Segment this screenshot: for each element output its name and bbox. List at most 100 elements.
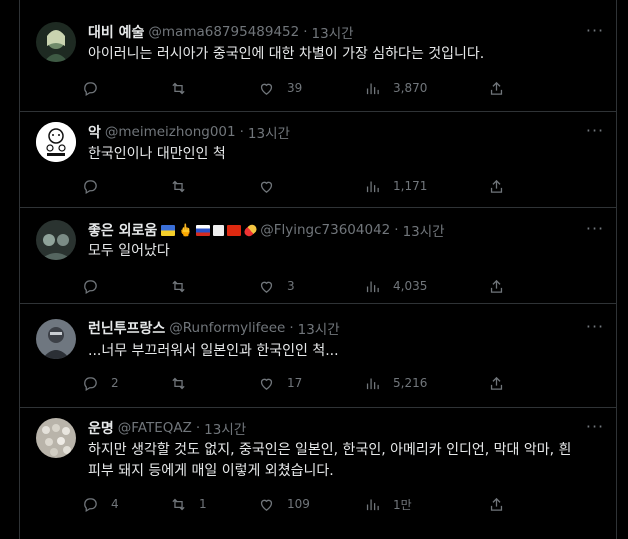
retweet-button[interactable] <box>170 276 199 296</box>
like-icon <box>260 378 273 390</box>
more-icon[interactable]: ··· <box>585 419 605 440</box>
timestamp[interactable]: 13시간 <box>298 318 340 338</box>
reply-button[interactable] <box>82 176 111 196</box>
tweet-header: 좋은 외로움 🖕 @Flyingc73604042 · 13시간 <box>88 220 577 240</box>
avatar[interactable] <box>36 418 76 458</box>
russia-flag-emoji <box>196 224 211 236</box>
views-button[interactable]: 3,870 <box>364 78 427 98</box>
retweet-button[interactable] <box>170 176 199 196</box>
username[interactable]: @Runformylifeee <box>169 320 285 336</box>
pill-emoji <box>242 222 259 238</box>
action-bar: 4 1 109 1만 <box>82 494 507 514</box>
tweet[interactable]: 런닌투프랑스 @Runformylifeee · 13시간 ··· ...너무 … <box>20 304 617 408</box>
avatar[interactable] <box>36 22 76 62</box>
tweet-header: 악 @meimeizhong001 · 13시간 <box>88 122 577 142</box>
separator-dot: · <box>239 124 244 140</box>
share-button[interactable] <box>488 373 517 393</box>
tweet[interactable]: 악 @meimeizhong001 · 13시간 ··· 한국인이나 대만인인 … <box>20 112 617 208</box>
display-name[interactable]: 악 <box>88 122 101 142</box>
display-name[interactable]: 런닌투프랑스 <box>88 318 165 338</box>
like-button[interactable]: 109 <box>258 494 310 514</box>
avatar[interactable] <box>36 220 76 260</box>
views-icon <box>366 281 379 292</box>
retweet-icon <box>172 498 185 510</box>
timestamp[interactable]: 13시간 <box>403 220 445 240</box>
retweet-icon <box>172 280 185 292</box>
more-icon[interactable]: ··· <box>585 319 605 340</box>
share-button[interactable] <box>488 176 517 196</box>
china-flag-emoji <box>227 224 242 236</box>
separator-dot: · <box>195 420 201 436</box>
like-count: 39 <box>287 81 303 95</box>
reply-icon <box>84 179 97 194</box>
views-button[interactable]: 5,216 <box>364 373 427 393</box>
avatar[interactable] <box>36 122 76 162</box>
like-count: 3 <box>287 279 295 293</box>
retweet-button[interactable] <box>170 78 199 98</box>
username[interactable]: @Flyingc73604042 <box>260 222 390 238</box>
reply-button[interactable] <box>82 276 111 296</box>
white-flag-emoji <box>213 224 225 236</box>
timestamp[interactable]: 13시간 <box>312 22 354 42</box>
more-icon[interactable]: ··· <box>585 123 605 144</box>
share-button[interactable] <box>488 78 517 98</box>
action-bar: 2 17 5,216 <box>82 373 507 393</box>
like-icon <box>260 83 273 95</box>
separator-dot: · <box>303 24 308 40</box>
share-button[interactable] <box>488 494 517 514</box>
more-icon[interactable]: ··· <box>585 221 605 242</box>
timestamp[interactable]: 13시간 <box>248 122 290 142</box>
avatar[interactable] <box>36 319 76 359</box>
tweet[interactable]: 대비 예술 @mama68795489452 · 13시간 ··· 아이러니는 … <box>20 0 617 112</box>
tweet-header: 대비 예술 @mama68795489452 · 13시간 <box>88 22 577 42</box>
reply-count: 2 <box>111 376 119 390</box>
like-icon <box>260 181 273 193</box>
tweet-header: 런닌투프랑스 @Runformylifeee · 13시간 <box>88 318 577 338</box>
reply-button[interactable]: 2 <box>82 373 119 393</box>
share-button[interactable] <box>488 276 517 296</box>
tweet[interactable]: 좋은 외로움 🖕 @Flyingc73604042 · 13시간 ··· 모두 … <box>20 208 617 304</box>
display-name[interactable]: 운명 <box>88 418 114 438</box>
tweet-text: 모두 일어났다 <box>88 243 170 259</box>
tweet-text: ...너무 부끄러워서 일본인과 한국인인 척... <box>88 343 339 359</box>
retweet-button[interactable] <box>170 373 199 393</box>
share-icon <box>490 497 503 511</box>
username[interactable]: @FATEQAZ <box>118 420 192 436</box>
views-button[interactable]: 4,035 <box>364 276 427 296</box>
views-button[interactable]: 1,171 <box>364 176 427 196</box>
tweet[interactable]: 운명 @FATEQAZ · 13시간 ··· 하지만 생각할 것도 없지, 중국… <box>20 408 617 539</box>
username[interactable]: @meimeizhong001 <box>105 124 236 140</box>
tweet-text: 한국인이나 대만인인 척 <box>88 146 226 162</box>
reply-count: 4 <box>111 497 119 511</box>
view-count: 3,870 <box>393 81 428 95</box>
view-count: 1,171 <box>393 179 428 193</box>
retweet-icon <box>172 180 185 192</box>
more-icon[interactable]: ··· <box>585 23 605 44</box>
like-count: 17 <box>287 376 303 390</box>
ukraine-flag-emoji <box>161 224 176 236</box>
like-icon <box>260 281 273 293</box>
views-icon <box>366 499 379 510</box>
action-bar: 3 4,035 <box>82 276 507 296</box>
retweet-button[interactable]: 1 <box>170 494 207 514</box>
reply-icon <box>84 497 97 512</box>
reply-icon <box>84 81 97 96</box>
timestamp[interactable]: 13시간 <box>204 418 246 438</box>
like-count: 109 <box>287 497 310 511</box>
separator-dot: · <box>289 320 294 336</box>
retweet-count: 1 <box>199 497 207 511</box>
username[interactable]: @mama68795489452 <box>148 24 299 40</box>
reply-button[interactable]: 4 <box>82 494 119 514</box>
view-count: 4,035 <box>393 279 428 293</box>
views-icon <box>366 83 379 94</box>
like-button[interactable]: 39 <box>258 78 302 98</box>
display-name[interactable]: 좋은 외로움 <box>88 220 157 240</box>
like-button[interactable]: 3 <box>258 276 295 296</box>
tweet-text: 하지만 생각할 것도 없지, 중국인은 일본인, 한국인, 아메리카 인디언, … <box>88 442 572 479</box>
like-button[interactable]: 17 <box>258 373 302 393</box>
reply-icon <box>84 279 97 294</box>
reply-button[interactable] <box>82 78 111 98</box>
like-button[interactable] <box>258 176 287 196</box>
display-name[interactable]: 대비 예술 <box>88 22 144 42</box>
views-button[interactable]: 1만 <box>364 494 412 514</box>
